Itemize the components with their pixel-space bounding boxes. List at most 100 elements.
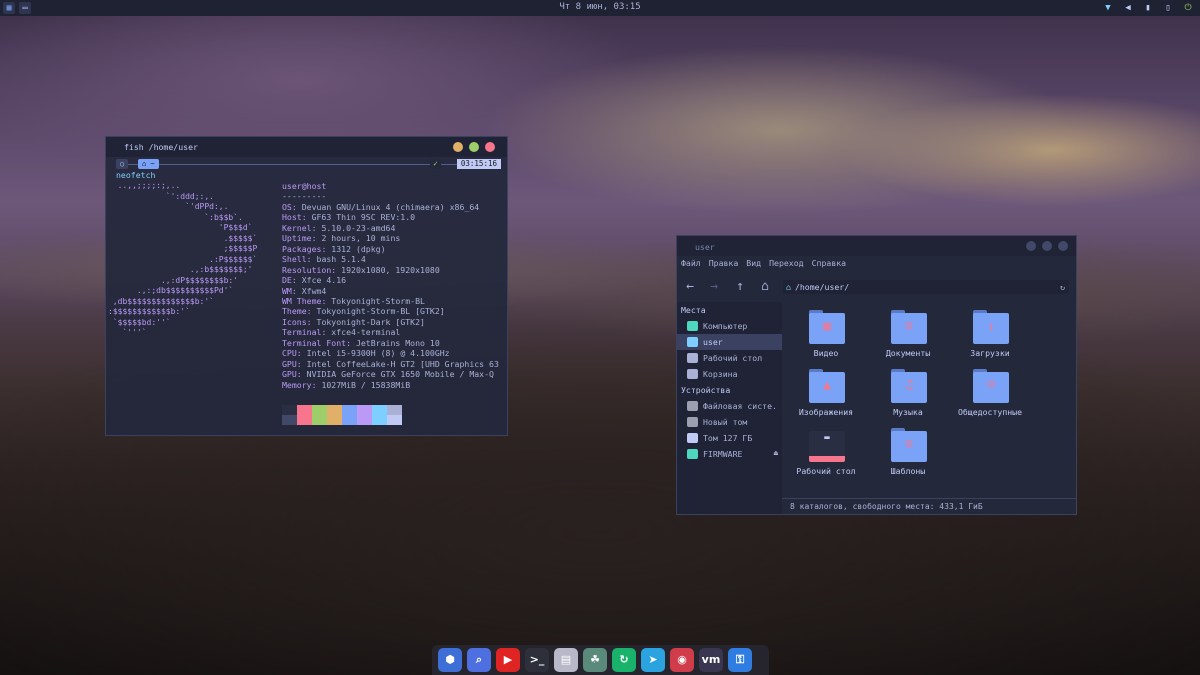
folder-item[interactable]: ▦ Видео xyxy=(786,302,866,360)
dock-app-telegram-icon[interactable]: ➤ xyxy=(641,648,665,672)
dock-app-media-icon[interactable]: ◉ xyxy=(670,648,694,672)
maximize-button[interactable] xyxy=(1042,241,1052,251)
panel-tray: ▼ ◀ ▮ ▯ ⏻ xyxy=(1102,2,1194,14)
info-colon: : xyxy=(311,233,322,244)
info-value: 2 hours, 10 mins xyxy=(321,233,401,244)
templates-folder-icon: ≡ xyxy=(891,428,927,462)
wifi-icon[interactable]: ▼ xyxy=(1102,2,1114,14)
sidebar-item[interactable]: Файловая систе... xyxy=(677,398,782,414)
folder-glyph: ☺ xyxy=(987,378,995,393)
sidebar-item-label: Файловая систе... xyxy=(703,401,779,411)
info-colon: : xyxy=(296,369,307,380)
dock-app-keys-icon[interactable]: ⚿ xyxy=(728,648,752,672)
sidebar-item[interactable]: Том 127 ГБ xyxy=(677,430,782,446)
palette-swatch xyxy=(312,405,327,415)
top-panel: ▦ ▭ Чт 8 июн, 03:15 ▼ ◀ ▮ ▯ ⏻ xyxy=(0,0,1200,16)
devuan-ascii-logo: ..,,;;;;:;,.. `':ddd;:,. `'dPPd:,. `:b$$… xyxy=(108,181,258,337)
palette-swatch xyxy=(342,405,357,415)
palette-swatch xyxy=(282,405,297,415)
fm-window-controls xyxy=(1026,241,1068,251)
drive-icon xyxy=(687,433,698,443)
fm-titlebar[interactable]: user xyxy=(677,236,1076,256)
info-value: JetBrains Mono 10 xyxy=(355,337,440,348)
panel-clock[interactable]: Чт 8 июн, 03:15 xyxy=(0,2,1200,12)
info-value: NVIDIA GeForce GTX 1650 Mobile / Max-Q xyxy=(306,369,494,380)
menu-view[interactable]: Вид xyxy=(746,258,761,268)
dock-app-youtube-icon[interactable]: ▶ xyxy=(496,648,520,672)
dock: ⬢ ⌕ ▶ >_ ▤ ☘ ↻ ➤ ◉ vm ⚿ xyxy=(432,645,769,675)
sidebar-item-label: Компьютер xyxy=(703,321,748,331)
info-colon: : xyxy=(301,212,312,223)
terminal-titlebar[interactable]: fish /home/user xyxy=(106,137,507,157)
folder-item[interactable]: ≡ Документы xyxy=(868,302,948,360)
info-value: Tokyonight-Dark [GTK2] xyxy=(316,316,425,327)
folder-item[interactable]: ↓ Загрузки xyxy=(950,302,1030,360)
info-key: Host xyxy=(282,212,302,223)
menu-help[interactable]: Справка xyxy=(812,258,847,268)
eject-icon[interactable]: ⏏ xyxy=(774,449,778,457)
sidebar-item[interactable]: FIRMWARE ⏏ xyxy=(677,446,782,462)
location-bar[interactable]: ⌂/home/user/ ↻ xyxy=(783,280,1069,294)
clipboard-icon[interactable]: ▯ xyxy=(1162,2,1174,14)
menu-file[interactable]: Файл xyxy=(681,258,701,268)
close-button[interactable] xyxy=(485,142,495,152)
menu-go[interactable]: Переход xyxy=(769,258,804,268)
folder-item[interactable]: ▬ Рабочий стол xyxy=(786,420,866,478)
fm-statusbar: 8 каталогов, свободного места: 433,1 ГиБ xyxy=(782,498,1076,514)
info-key: Icons xyxy=(282,316,307,327)
folder-item[interactable]: ♫ Музыка xyxy=(868,361,948,419)
folder-label: Видео xyxy=(813,348,839,358)
fm-navbar: ← → ↑ ⌂ ⌂/home/user/ ↻ xyxy=(677,278,1076,298)
file-manager-window[interactable]: user Файл Правка Вид Переход Справка ← →… xyxy=(676,235,1077,515)
sidebar-item[interactable]: Компьютер xyxy=(677,318,782,334)
folder-item[interactable]: ☺ Общедоступные xyxy=(950,361,1030,419)
info-key: Packages xyxy=(282,243,322,254)
dock-app-tweaks-icon[interactable]: ☘ xyxy=(583,648,607,672)
folder-label: Загрузки xyxy=(970,348,1010,358)
terminal-window[interactable]: fish /home/user ○ ⌂ ~ ✓ 03:15:16 neofetc… xyxy=(105,136,508,436)
info-colon: : xyxy=(321,327,332,338)
folder-glyph: ▬ xyxy=(824,433,830,443)
terminal-title: fish /home/user xyxy=(124,142,198,152)
folder-item[interactable]: ≡ Шаблоны xyxy=(868,420,948,478)
info-line: GPU: Intel CoffeeLake-H GT2 [UHD Graphic… xyxy=(282,359,499,369)
info-colon: : xyxy=(291,201,302,212)
power-icon[interactable]: ⏻ xyxy=(1182,2,1194,14)
minimize-button[interactable] xyxy=(1026,241,1036,251)
info-value: Xfce 4.16 xyxy=(301,275,347,286)
home-icon[interactable]: ⌂ xyxy=(758,280,772,294)
menu-edit[interactable]: Правка xyxy=(709,258,739,268)
palette-swatch xyxy=(357,405,372,415)
close-button[interactable] xyxy=(1058,241,1068,251)
usb-icon xyxy=(687,449,698,459)
info-value: 1312 (dpkg) xyxy=(331,243,386,254)
info-colon: : xyxy=(311,379,322,390)
up-arrow-icon[interactable]: ↑ xyxy=(733,280,747,294)
reload-icon[interactable]: ↻ xyxy=(1060,280,1065,294)
forward-arrow-icon[interactable]: → xyxy=(707,280,721,294)
sidebar-item[interactable]: Новый том xyxy=(677,414,782,430)
folder-item[interactable]: ▲ Изображения xyxy=(786,361,866,419)
maximize-button[interactable] xyxy=(469,142,479,152)
sidebar-item[interactable]: user xyxy=(677,334,782,350)
info-key: OS xyxy=(282,201,292,212)
dock-app-search-icon[interactable]: ⌕ xyxy=(467,648,491,672)
shell-prompt: ○ ⌂ ~ ✓ 03:15:16 xyxy=(116,159,501,169)
sidebar-item[interactable]: Рабочий стол xyxy=(677,350,782,366)
info-key: GPU xyxy=(282,358,297,369)
info-colon: : xyxy=(291,285,302,296)
dock-app-vm-icon[interactable]: vm xyxy=(699,648,723,672)
dock-app-terminal-icon[interactable]: >_ xyxy=(525,648,549,672)
back-arrow-icon[interactable]: ← xyxy=(683,280,697,294)
volume-icon[interactable]: ◀ xyxy=(1122,2,1134,14)
folder-glyph: ≡ xyxy=(905,319,913,334)
dock-app-sync-icon[interactable]: ↻ xyxy=(612,648,636,672)
sidebar-item[interactable]: Корзина xyxy=(677,366,782,382)
folder-label: Шаблоны xyxy=(890,466,926,476)
info-line: Terminal Font: JetBrains Mono 10 xyxy=(282,338,499,348)
battery-icon[interactable]: ▮ xyxy=(1142,2,1154,14)
info-line: WM Theme: Tokyonight-Storm-BL xyxy=(282,296,499,306)
dock-app-cube-icon[interactable]: ⬢ xyxy=(438,648,462,672)
minimize-button[interactable] xyxy=(453,142,463,152)
dock-app-files-icon[interactable]: ▤ xyxy=(554,648,578,672)
